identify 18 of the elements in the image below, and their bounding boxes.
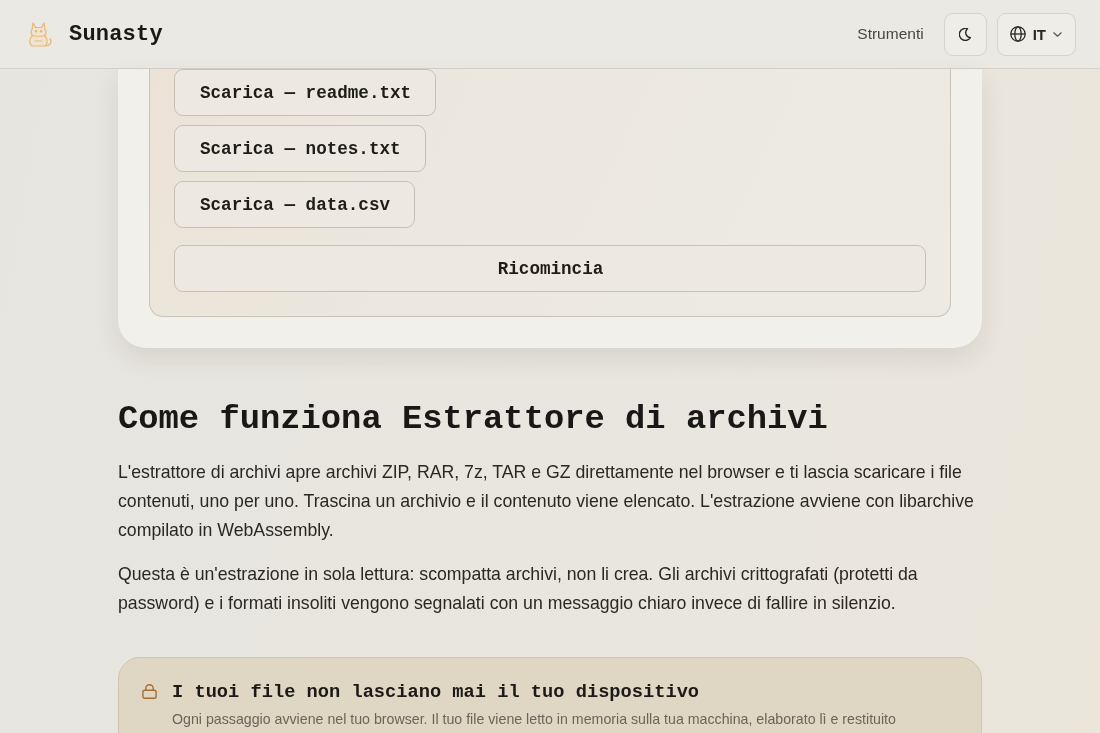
- body-paragraph: L'estrattore di archivi apre archivi ZIP, RAR, 7z, TAR e GZ direttamente nel browser e ti lascia scaricare i file contenuti, uno per uno. Trascina un archivio e il contenuto viene elencato. L'estrazione avviene con libarchive compilato in WebAssembly.: [118, 461, 975, 542]
- chevron-down-icon: [1053, 31, 1062, 37]
- section-heading: Come funziona Estrattore di archivi: [118, 399, 829, 440]
- nav-link[interactable]: Strumenti: [857, 25, 924, 43]
- note-text: Ogni passaggio avviene nel tuo browser. Il tuo file viene letto in memoria sulla tua macchina, elaborato lì e restituito: [172, 710, 897, 728]
- language-button[interactable]: IT: [996, 12, 1076, 56]
- restart-button[interactable]: Ricomincia: [174, 245, 926, 292]
- download-button[interactable]: Scarica — notes.txt: [174, 125, 426, 172]
- theme-toggle-button[interactable]: [943, 12, 987, 56]
- moon-icon: [959, 27, 972, 41]
- body-paragraph: Questa è un'estrazione in sola lettura: scompatta archivi, non li crea. Gli archivi crittografati (protetti da password) e i formati insoliti vengono segnalati con un messaggio chiaro invece di fallire in silenzio.: [118, 563, 919, 615]
- lock-icon: [142, 684, 157, 699]
- download-button[interactable]: Scarica — readme.txt: [174, 69, 437, 116]
- note-title: I tuoi file non lasciano mai il tuo dispositivo: [172, 680, 701, 704]
- cat-logo-icon: [26, 20, 53, 48]
- globe-icon: [1009, 26, 1026, 42]
- download-button[interactable]: Scarica — data.csv: [174, 181, 416, 228]
- brand-name: Sunasty: [69, 21, 163, 47]
